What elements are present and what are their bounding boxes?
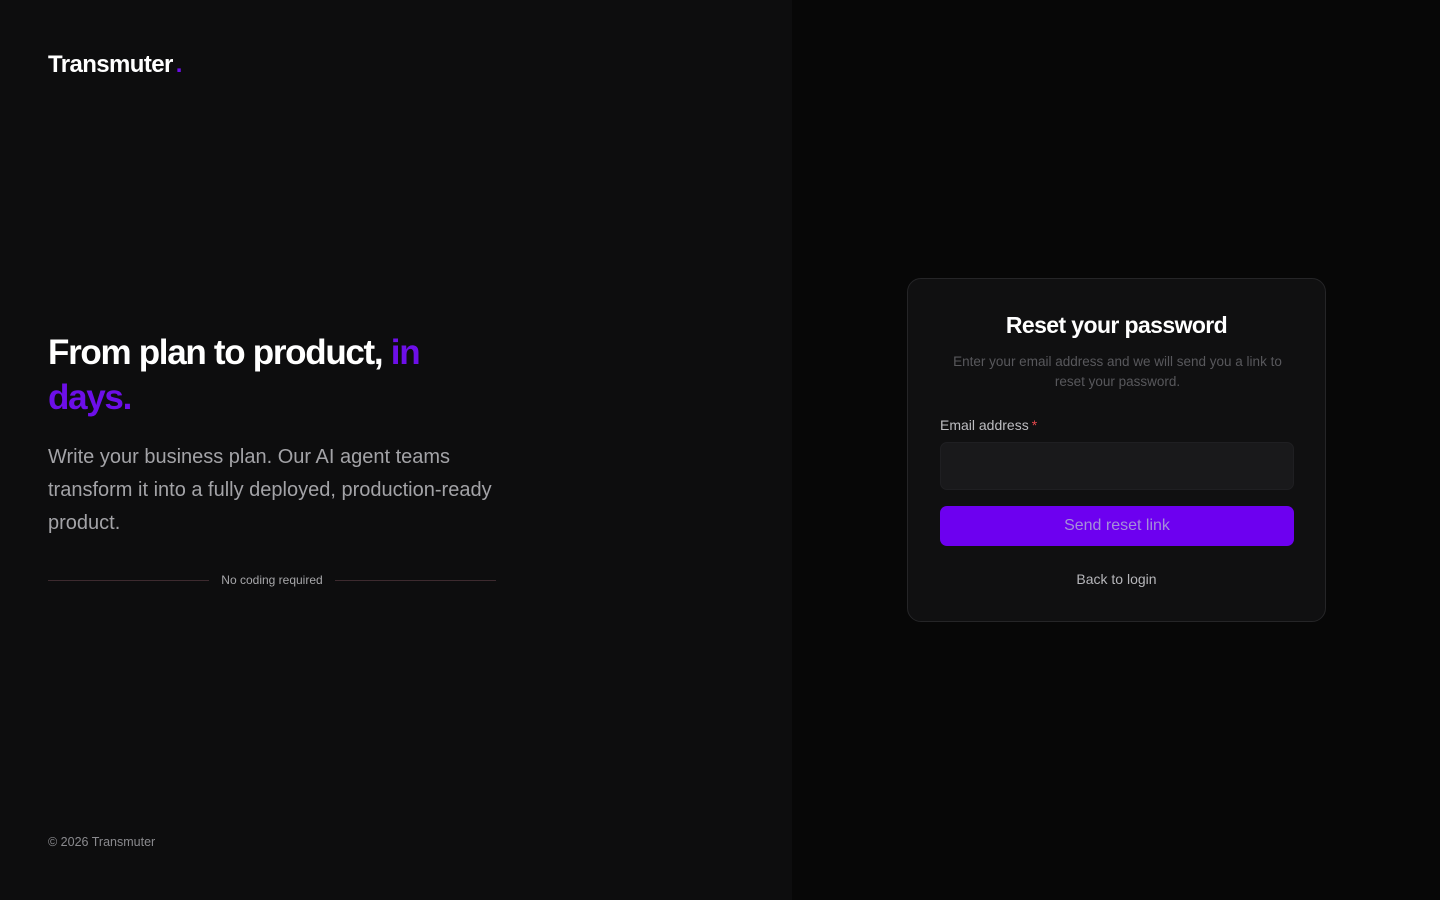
copyright-text: © 2026 Transmuter — [48, 835, 156, 849]
email-label: Email address * — [940, 417, 1037, 433]
card-title: Reset your password — [1005, 312, 1228, 338]
brand-name: Transmuter — [48, 51, 173, 78]
hero-description: Write your business plan. Our AI agent t… — [48, 446, 492, 534]
tagline-divider: No coding required — [48, 570, 496, 590]
email-label-text: Email address — [940, 417, 1029, 433]
reset-password-card: Reset your password Enter your email add… — [907, 278, 1326, 622]
brand-dot: . — [175, 51, 183, 78]
send-reset-link-button[interactable]: Send reset link — [940, 506, 1294, 546]
divider-line-right — [334, 579, 496, 581]
hero-headline-main: From plan to product, — [48, 333, 384, 372]
reset-password-page: Transmuter. From plan to product, in day… — [0, 0, 1440, 900]
required-marker: * — [1031, 417, 1038, 433]
brand-logo[interactable]: Transmuter. — [48, 51, 182, 79]
hero-headline: From plan to product, in days. — [48, 330, 508, 420]
divider-text: No coding required — [221, 573, 323, 587]
divider-line-left — [48, 579, 210, 581]
email-input[interactable] — [940, 442, 1294, 490]
marketing-panel: Transmuter. From plan to product, in day… — [0, 0, 792, 900]
card-subtitle: Enter your email address and we will sen… — [953, 354, 1282, 389]
back-to-login-link[interactable]: Back to login — [908, 571, 1325, 587]
form-panel: Reset your password Enter your email add… — [792, 0, 1440, 900]
